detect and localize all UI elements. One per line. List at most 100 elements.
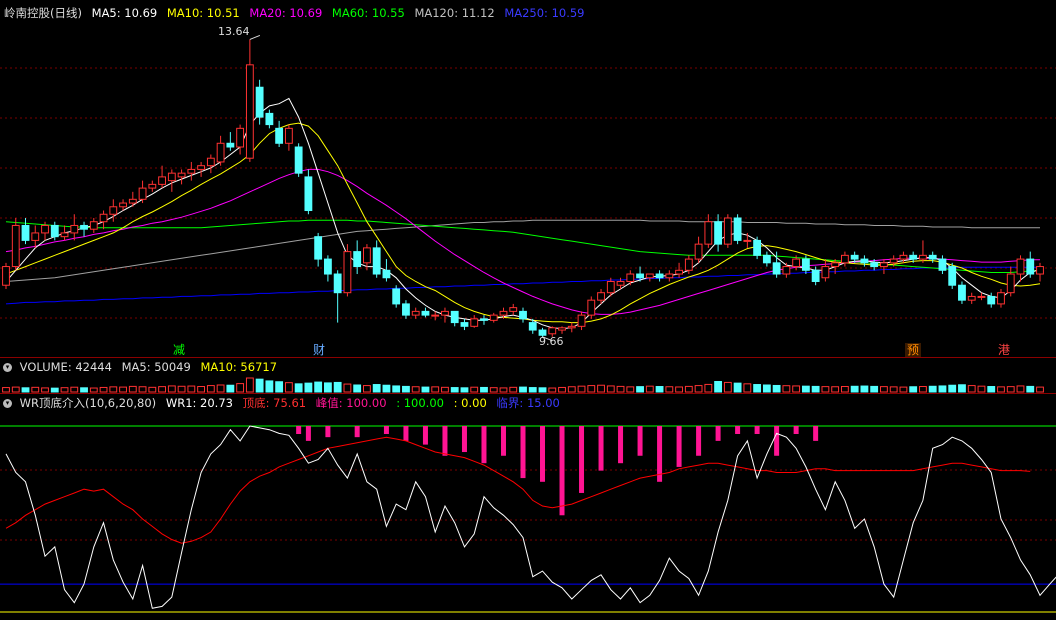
wr-peak-bar (422, 426, 428, 445)
wr-peak-bar (754, 426, 760, 434)
volume-bar (665, 386, 674, 393)
event-marker-jian[interactable]: 减 (171, 343, 187, 357)
candle-body (606, 280, 615, 294)
volume-bar (733, 382, 742, 393)
volume-bar (197, 386, 206, 393)
volume-bar (119, 386, 127, 393)
candle-body (1006, 273, 1015, 294)
candle-body (870, 262, 879, 268)
candle-body (11, 224, 20, 268)
candle-body (772, 262, 781, 275)
wr-peak-bar (325, 426, 331, 438)
stock-title[interactable]: 岭南控股(日线) (4, 6, 82, 20)
event-marker-gang[interactable]: 港 (996, 343, 1012, 357)
wr-peak-bar (813, 426, 819, 441)
candle-body (889, 258, 898, 264)
candle-body (1026, 258, 1035, 275)
wr-peak-bar (559, 426, 565, 516)
candle-body (938, 258, 947, 271)
volume-bar (528, 387, 537, 393)
candle-body (353, 251, 362, 268)
volume-bar (577, 385, 586, 393)
volume-bar (50, 387, 59, 393)
candle-body (616, 280, 625, 286)
volume-bar (1016, 385, 1025, 393)
volume-bar (597, 384, 605, 393)
event-marker-cai[interactable]: 财 (311, 343, 327, 357)
low-price-label: 9.66 (539, 335, 564, 348)
candle-body (431, 314, 440, 317)
wr1-label: WR1: 20.73 (165, 396, 233, 410)
candle-body (148, 183, 157, 189)
volume-bar (70, 386, 79, 393)
candle-body (684, 258, 693, 271)
volume-bar (441, 386, 449, 393)
candle-body (382, 269, 391, 279)
ma250-label: MA250: 10.59 (504, 6, 585, 20)
candle-body (753, 239, 762, 256)
volume-bar (294, 383, 303, 393)
wr-legend: ▾ WR顶底介入(10,6,20,80) WR1: 20.73 顶底: 75.6… (0, 396, 566, 411)
volume-bar (2, 387, 10, 393)
candle-body (450, 310, 459, 324)
volume-bar (743, 383, 752, 393)
volume-bar (792, 385, 801, 393)
volume-bar (548, 387, 557, 393)
candle-body (50, 224, 59, 238)
volume-bar (645, 385, 654, 393)
volume-bar (811, 385, 820, 393)
event-marker-yu[interactable]: 预 (905, 343, 922, 357)
candle-body (284, 127, 293, 144)
volume-bar (245, 377, 254, 393)
volume-bar (753, 384, 762, 393)
volume-bar (538, 387, 547, 393)
candle-body (109, 206, 118, 215)
candle-body (977, 295, 986, 298)
volume-bar (567, 386, 576, 393)
wr-peak-bar (296, 426, 302, 434)
wr-peak-bar (461, 426, 467, 453)
candle-body (89, 221, 98, 230)
volume-bar (226, 384, 235, 393)
candle-body (138, 187, 147, 200)
ma120-label: MA120: 11.12 (414, 6, 495, 20)
volume-bar (314, 381, 323, 393)
candle-body (704, 221, 713, 245)
volume-bar (21, 387, 30, 393)
volume-bar (782, 385, 791, 393)
candle-body (158, 176, 166, 185)
chevron-down-icon[interactable]: ▾ (3, 363, 12, 372)
candle-body (70, 224, 79, 234)
candle-body (275, 127, 284, 144)
candle-body (333, 273, 342, 294)
wr-peak-bar (657, 426, 663, 482)
volume-bar (392, 385, 401, 393)
panel-divider (0, 393, 1056, 394)
chevron-down-icon[interactable]: ▾ (3, 399, 12, 408)
volume-bar (411, 386, 420, 393)
candle-body (743, 239, 752, 242)
volume-bar (636, 386, 644, 393)
volume-bar (275, 381, 284, 393)
candle-body (860, 258, 869, 264)
wr-peak-bar (442, 426, 448, 456)
wr-linjie-label: 临界: 15.00 (496, 396, 560, 410)
wr-peak-bar (676, 426, 682, 467)
candle-body (323, 258, 332, 275)
candle-body (392, 288, 401, 305)
volume-bar (870, 385, 879, 393)
volume-bar (323, 382, 332, 393)
candle-body (645, 273, 654, 279)
volume-bar (860, 385, 869, 393)
candle-body (460, 322, 469, 327)
volume-bar (714, 381, 723, 393)
ma20-line (5, 168, 1040, 315)
ma10-line (5, 122, 1041, 324)
volume-bar (353, 384, 362, 393)
candle-body (636, 273, 644, 279)
candle-body (567, 325, 576, 329)
candle-body (987, 295, 996, 305)
candle-body (402, 303, 410, 316)
volume-bar (997, 386, 1005, 393)
volume-bar (967, 385, 976, 393)
